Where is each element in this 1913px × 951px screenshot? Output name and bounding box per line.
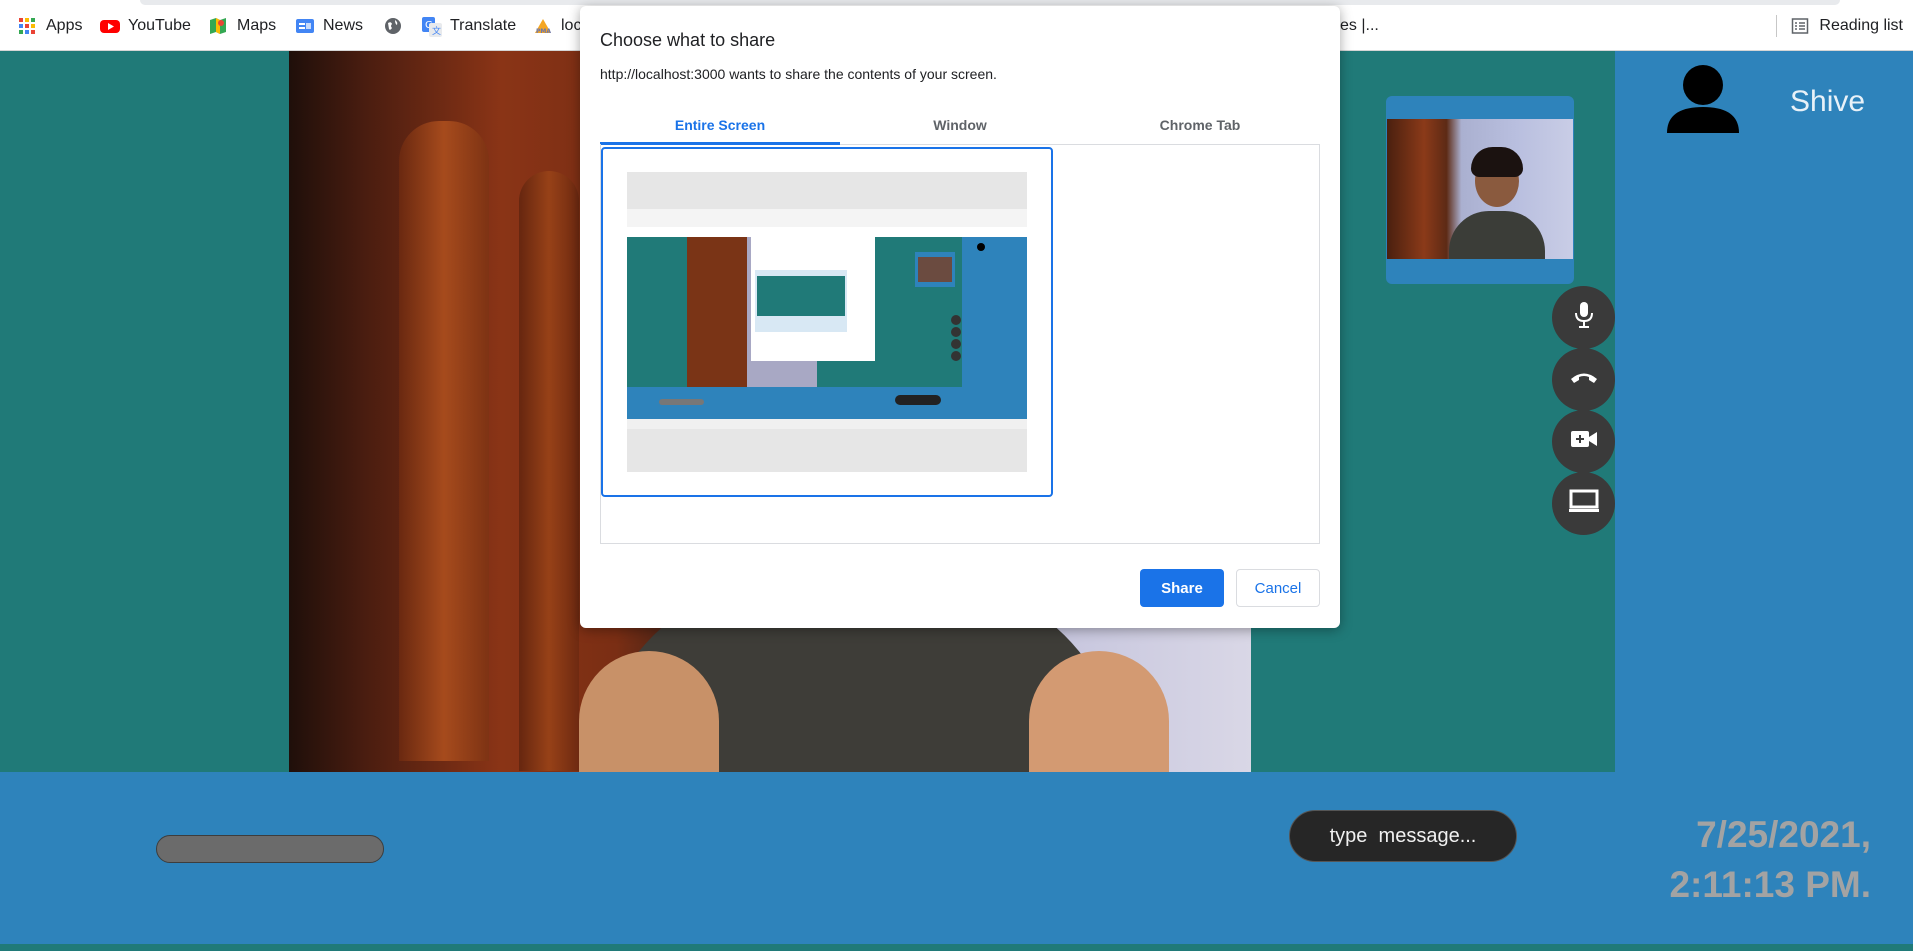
cancel-button[interactable]: Cancel — [1236, 569, 1320, 607]
svg-text:PMA: PMA — [536, 28, 551, 35]
reading-list-button[interactable]: Reading list — [1776, 15, 1903, 37]
bottom-strip — [0, 944, 1913, 951]
bookmark-news[interactable]: News — [295, 15, 363, 37]
tab-entire-screen[interactable]: Entire Screen — [600, 106, 840, 145]
bookmark-apps[interactable]: Apps — [18, 15, 82, 37]
video-person-shoulder — [1029, 651, 1169, 772]
news-icon — [295, 17, 314, 35]
bookmark-maps[interactable]: Maps — [209, 15, 276, 37]
bookmark-label: es |... — [1340, 17, 1379, 34]
bookmark-label: loc — [561, 17, 582, 34]
bookmark-label: Maps — [237, 17, 277, 34]
bookmark-pma[interactable]: PMA loc — [533, 15, 581, 37]
message-input[interactable] — [1289, 810, 1517, 862]
pma-icon: PMA — [533, 17, 551, 35]
microphone-button[interactable] — [1552, 286, 1615, 349]
self-video-body — [1449, 211, 1545, 259]
self-video — [1387, 119, 1573, 259]
screen-thumbnail — [627, 172, 1027, 472]
video-camera-icon — [1570, 429, 1598, 454]
dialog-title: Choose what to share — [600, 30, 776, 50]
bookmark-youtube[interactable]: YouTube — [100, 15, 191, 37]
screen-share-icon — [1568, 489, 1599, 518]
self-video-hair — [1471, 147, 1523, 177]
microphone-icon — [1572, 301, 1596, 334]
share-button[interactable]: Share — [1140, 569, 1224, 607]
bookmark-label: YouTube — [128, 17, 191, 34]
apps-grid-icon — [18, 17, 36, 35]
reading-list-label: Reading list — [1819, 17, 1903, 34]
youtube-icon — [100, 17, 120, 35]
translate-icon: G文 — [422, 17, 442, 37]
status-pill — [156, 835, 384, 863]
divider — [1776, 15, 1778, 37]
bookmark-label: Translate — [450, 17, 517, 34]
hang-up-icon — [1569, 370, 1599, 389]
self-video-tile[interactable] — [1386, 96, 1574, 284]
screen-share-button[interactable] — [1552, 472, 1615, 535]
screen-thumbnail-option[interactable] — [601, 147, 1053, 497]
dialog-subtitle: http://localhost:3000 wants to share the… — [600, 66, 997, 82]
globe-icon — [384, 17, 402, 35]
date-text: 7/25/2021, — [1696, 814, 1871, 855]
bookmark-translate[interactable]: G文 Translate — [422, 15, 516, 37]
bookmark-truncated[interactable]: es |... — [1340, 15, 1379, 37]
user-avatar-icon — [1663, 63, 1743, 140]
video-camera-button[interactable] — [1552, 410, 1615, 473]
share-screen-dialog: Choose what to share http://localhost:30… — [580, 6, 1340, 628]
video-door-shape — [519, 171, 579, 771]
participant-panel — [1615, 51, 1913, 772]
tab-chrome-tab[interactable]: Chrome Tab — [1080, 106, 1320, 144]
tab-window[interactable]: Window — [840, 106, 1080, 144]
bookmark-label: Apps — [46, 17, 83, 34]
participant-name: Shive — [1790, 85, 1866, 118]
reading-list-icon — [1791, 17, 1809, 35]
svg-text:文: 文 — [432, 25, 441, 37]
hang-up-button[interactable] — [1552, 348, 1615, 411]
omnibox-edge — [140, 0, 1840, 5]
datetime-display: 7/25/2021, 2:11:13 PM. — [1669, 810, 1871, 910]
maps-icon — [209, 17, 227, 35]
bookmark-globe[interactable] — [384, 15, 412, 37]
time-text: 2:11:13 PM. — [1669, 864, 1871, 905]
video-door-shape — [399, 121, 489, 761]
bookmark-label: News — [323, 17, 364, 34]
share-tabs: Entire Screen Window Chrome Tab — [600, 106, 1320, 145]
